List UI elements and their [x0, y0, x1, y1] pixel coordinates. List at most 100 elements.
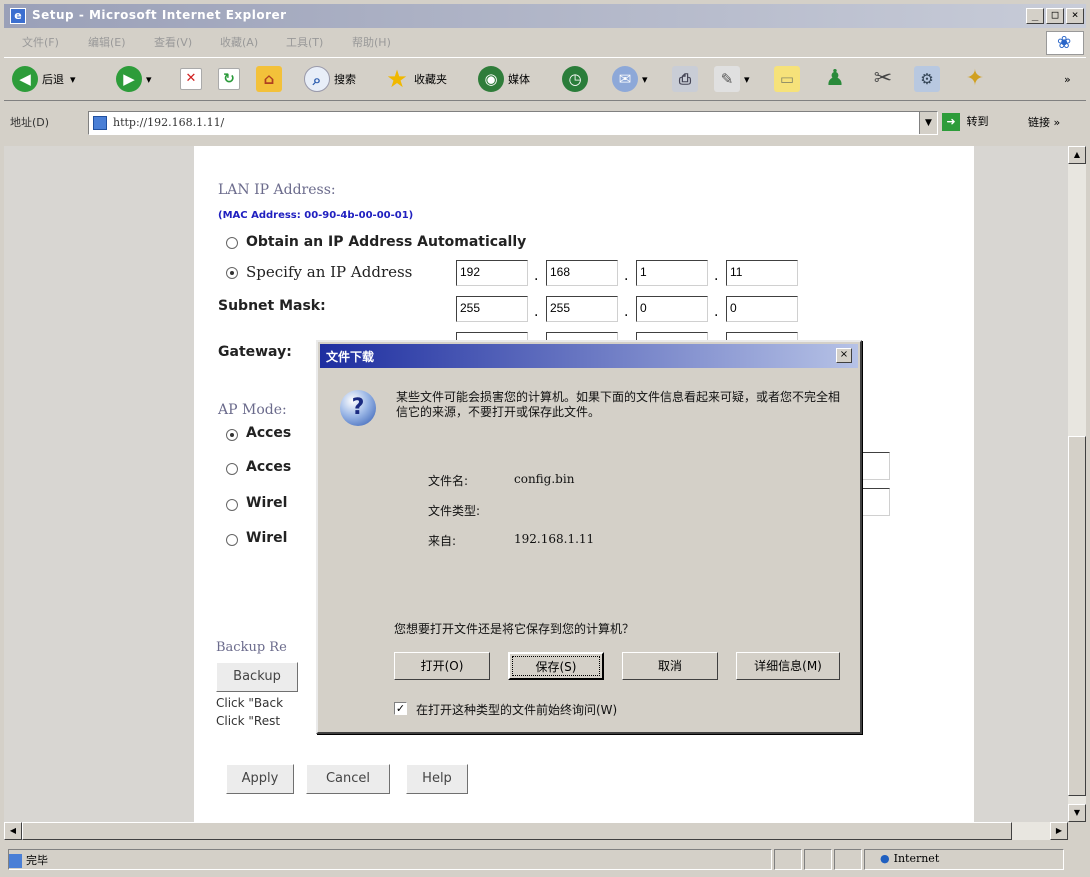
lightbulb-icon: ✦	[965, 66, 985, 91]
address-dropdown-icon[interactable]: ▼	[919, 112, 937, 134]
ap-mode-option-3: Wirel	[246, 495, 288, 511]
vertical-scrollbar[interactable]: ▲ ▼	[1068, 146, 1086, 822]
home-button[interactable]: ⌂	[256, 64, 286, 94]
refresh-button[interactable]: ↻	[218, 64, 244, 94]
ap-mode-radio-4[interactable]	[226, 534, 238, 546]
scroll-left-icon[interactable]: ◀	[4, 822, 22, 840]
back-dropdown-icon[interactable]: ▾	[70, 73, 76, 86]
dialog-close-icon[interactable]: ×	[836, 348, 852, 363]
subnet-octet-4[interactable]: 0	[726, 296, 798, 322]
scroll-up-icon[interactable]: ▲	[1068, 146, 1086, 164]
backup-button[interactable]: Backup	[216, 662, 298, 692]
stop-button[interactable]: ✕	[180, 64, 206, 94]
ap-mode-radio-2[interactable]	[226, 463, 238, 475]
ip-octet-1[interactable]: 192	[456, 260, 528, 286]
status-cell	[804, 849, 832, 870]
stop-icon: ✕	[180, 68, 202, 90]
go-button[interactable]: ➜ 转到	[942, 113, 989, 131]
ap-mode-radio-1[interactable]	[226, 429, 238, 441]
horizontal-scrollbar[interactable]: ◀ ▶	[4, 822, 1068, 840]
filetype-label: 文件类型:	[428, 504, 481, 518]
scroll-down-icon[interactable]: ▼	[1068, 804, 1086, 822]
page-icon	[93, 116, 107, 130]
menu-bar: 文件(F) 编辑(E) 查看(V) 收藏(A) 工具(T) 帮助(H)	[4, 30, 1086, 54]
always-ask-checkbox[interactable]: ✓	[394, 702, 407, 715]
mail-dropdown-icon[interactable]: ▾	[642, 73, 648, 86]
close-button[interactable]: ×	[1066, 8, 1084, 24]
help-button[interactable]: Help	[406, 764, 468, 794]
scroll-right-icon[interactable]: ▶	[1050, 822, 1068, 840]
back-button[interactable]: ◀ 后退 ▾	[12, 64, 76, 94]
from-value: 192.168.1.11	[514, 532, 595, 546]
menu-file[interactable]: 文件(F)	[22, 34, 59, 50]
back-label: 后退	[42, 73, 64, 86]
menu-help[interactable]: 帮助(H)	[352, 34, 391, 50]
backup-label: Backup Re	[216, 640, 287, 655]
vertical-scroll-thumb[interactable]	[1068, 436, 1086, 796]
discuss-icon: ▭	[774, 66, 800, 92]
discuss-button[interactable]: ▭	[774, 64, 804, 94]
ip-octet-2[interactable]: 168	[546, 260, 618, 286]
address-input[interactable]: http://192.168.1.11/ ▼	[88, 111, 938, 135]
subnet-octet-1[interactable]: 255	[456, 296, 528, 322]
subnet-dot: .	[534, 304, 539, 320]
address-bar: 地址(D) http://192.168.1.11/ ▼ ➜ 转到 链接 »	[4, 104, 1086, 140]
toolbar: ◀ 后退 ▾ ▶ ▾ ✕ ↻ ⌂ ⌕ 搜索 ★ 收藏夹 ◉ 媒体 ◷ ✉ ▾ ⎙…	[4, 57, 1086, 101]
cancel-button[interactable]: Cancel	[306, 764, 390, 794]
menu-edit[interactable]: 编辑(E)	[88, 34, 126, 50]
always-ask-label: 在打开这种类型的文件前始终询问(W)	[416, 703, 618, 717]
edit-button[interactable]: ✎ ▾	[714, 64, 750, 94]
ip-octet-4[interactable]: 11	[726, 260, 798, 286]
forward-arrow-icon: ▶	[116, 66, 142, 92]
ip-dot: .	[624, 268, 629, 284]
specify-ip-radio[interactable]	[226, 267, 238, 279]
search-button[interactable]: ⌕ 搜索	[304, 64, 356, 94]
media-icon: ◉	[478, 66, 504, 92]
menu-favorites[interactable]: 收藏(A)	[220, 34, 258, 50]
subnet-octet-3[interactable]: 0	[636, 296, 708, 322]
details-button[interactable]: 详细信息(M)	[736, 652, 840, 680]
obtain-auto-radio[interactable]	[226, 237, 238, 249]
favorites-button[interactable]: ★ 收藏夹	[384, 64, 447, 94]
ap-mode-radio-3[interactable]	[226, 499, 238, 511]
dialog-cancel-button[interactable]: 取消	[622, 652, 718, 680]
forward-button[interactable]: ▶ ▾	[116, 64, 152, 94]
forward-dropdown-icon[interactable]: ▾	[146, 73, 152, 86]
title-bar: e Setup - Microsoft Internet Explorer _ …	[4, 4, 1086, 28]
research-button[interactable]: ✂	[870, 64, 900, 94]
print-button[interactable]: ⎙	[672, 64, 702, 94]
click-restore-text: Click "Rest	[216, 714, 281, 728]
menu-tools[interactable]: 工具(T)	[286, 34, 323, 50]
save-button[interactable]: 保存(S)	[508, 652, 604, 680]
links-button[interactable]: 链接 »	[1028, 114, 1060, 130]
from-label: 来自:	[428, 534, 457, 548]
status-cell-main	[8, 849, 772, 870]
open-button[interactable]: 打开(O)	[394, 652, 490, 680]
address-label: 地址(D)	[10, 116, 50, 129]
status-cell	[834, 849, 862, 870]
ip-octet-3[interactable]: 1	[636, 260, 708, 286]
click-backup-text: Click "Back	[216, 696, 284, 710]
history-button[interactable]: ◷	[562, 64, 592, 94]
toolbar-overflow[interactable]: »	[1064, 64, 1071, 94]
edit-dropdown-icon[interactable]: ▾	[744, 73, 750, 86]
media-button[interactable]: ◉ 媒体	[478, 64, 530, 94]
menu-view[interactable]: 查看(V)	[154, 34, 192, 50]
mail-button[interactable]: ✉ ▾	[612, 64, 648, 94]
horizontal-scroll-thumb[interactable]	[22, 822, 1012, 840]
specify-ip-label: Specify an IP Address	[246, 263, 413, 281]
maximize-button[interactable]: □	[1046, 8, 1064, 24]
star-icon: ★	[386, 65, 408, 93]
minimize-button[interactable]: _	[1026, 8, 1044, 24]
file-download-dialog: 文件下载 × ? 某些文件可能会损害您的计算机。如果下面的文件信息看起来可疑，或…	[316, 340, 862, 734]
apply-button[interactable]: Apply	[226, 764, 294, 794]
extra-button[interactable]: ✦	[962, 64, 992, 94]
subnet-octet-2[interactable]: 255	[546, 296, 618, 322]
tool-button[interactable]: ⚙	[914, 64, 944, 94]
internet-zone: Internet	[880, 852, 940, 865]
ip-dot: .	[534, 268, 539, 284]
messenger-button[interactable]: ♟	[822, 64, 852, 94]
search-label: 搜索	[334, 73, 356, 86]
obtain-auto-label: Obtain an IP Address Automatically	[246, 234, 527, 250]
print-icon: ⎙	[672, 66, 698, 92]
